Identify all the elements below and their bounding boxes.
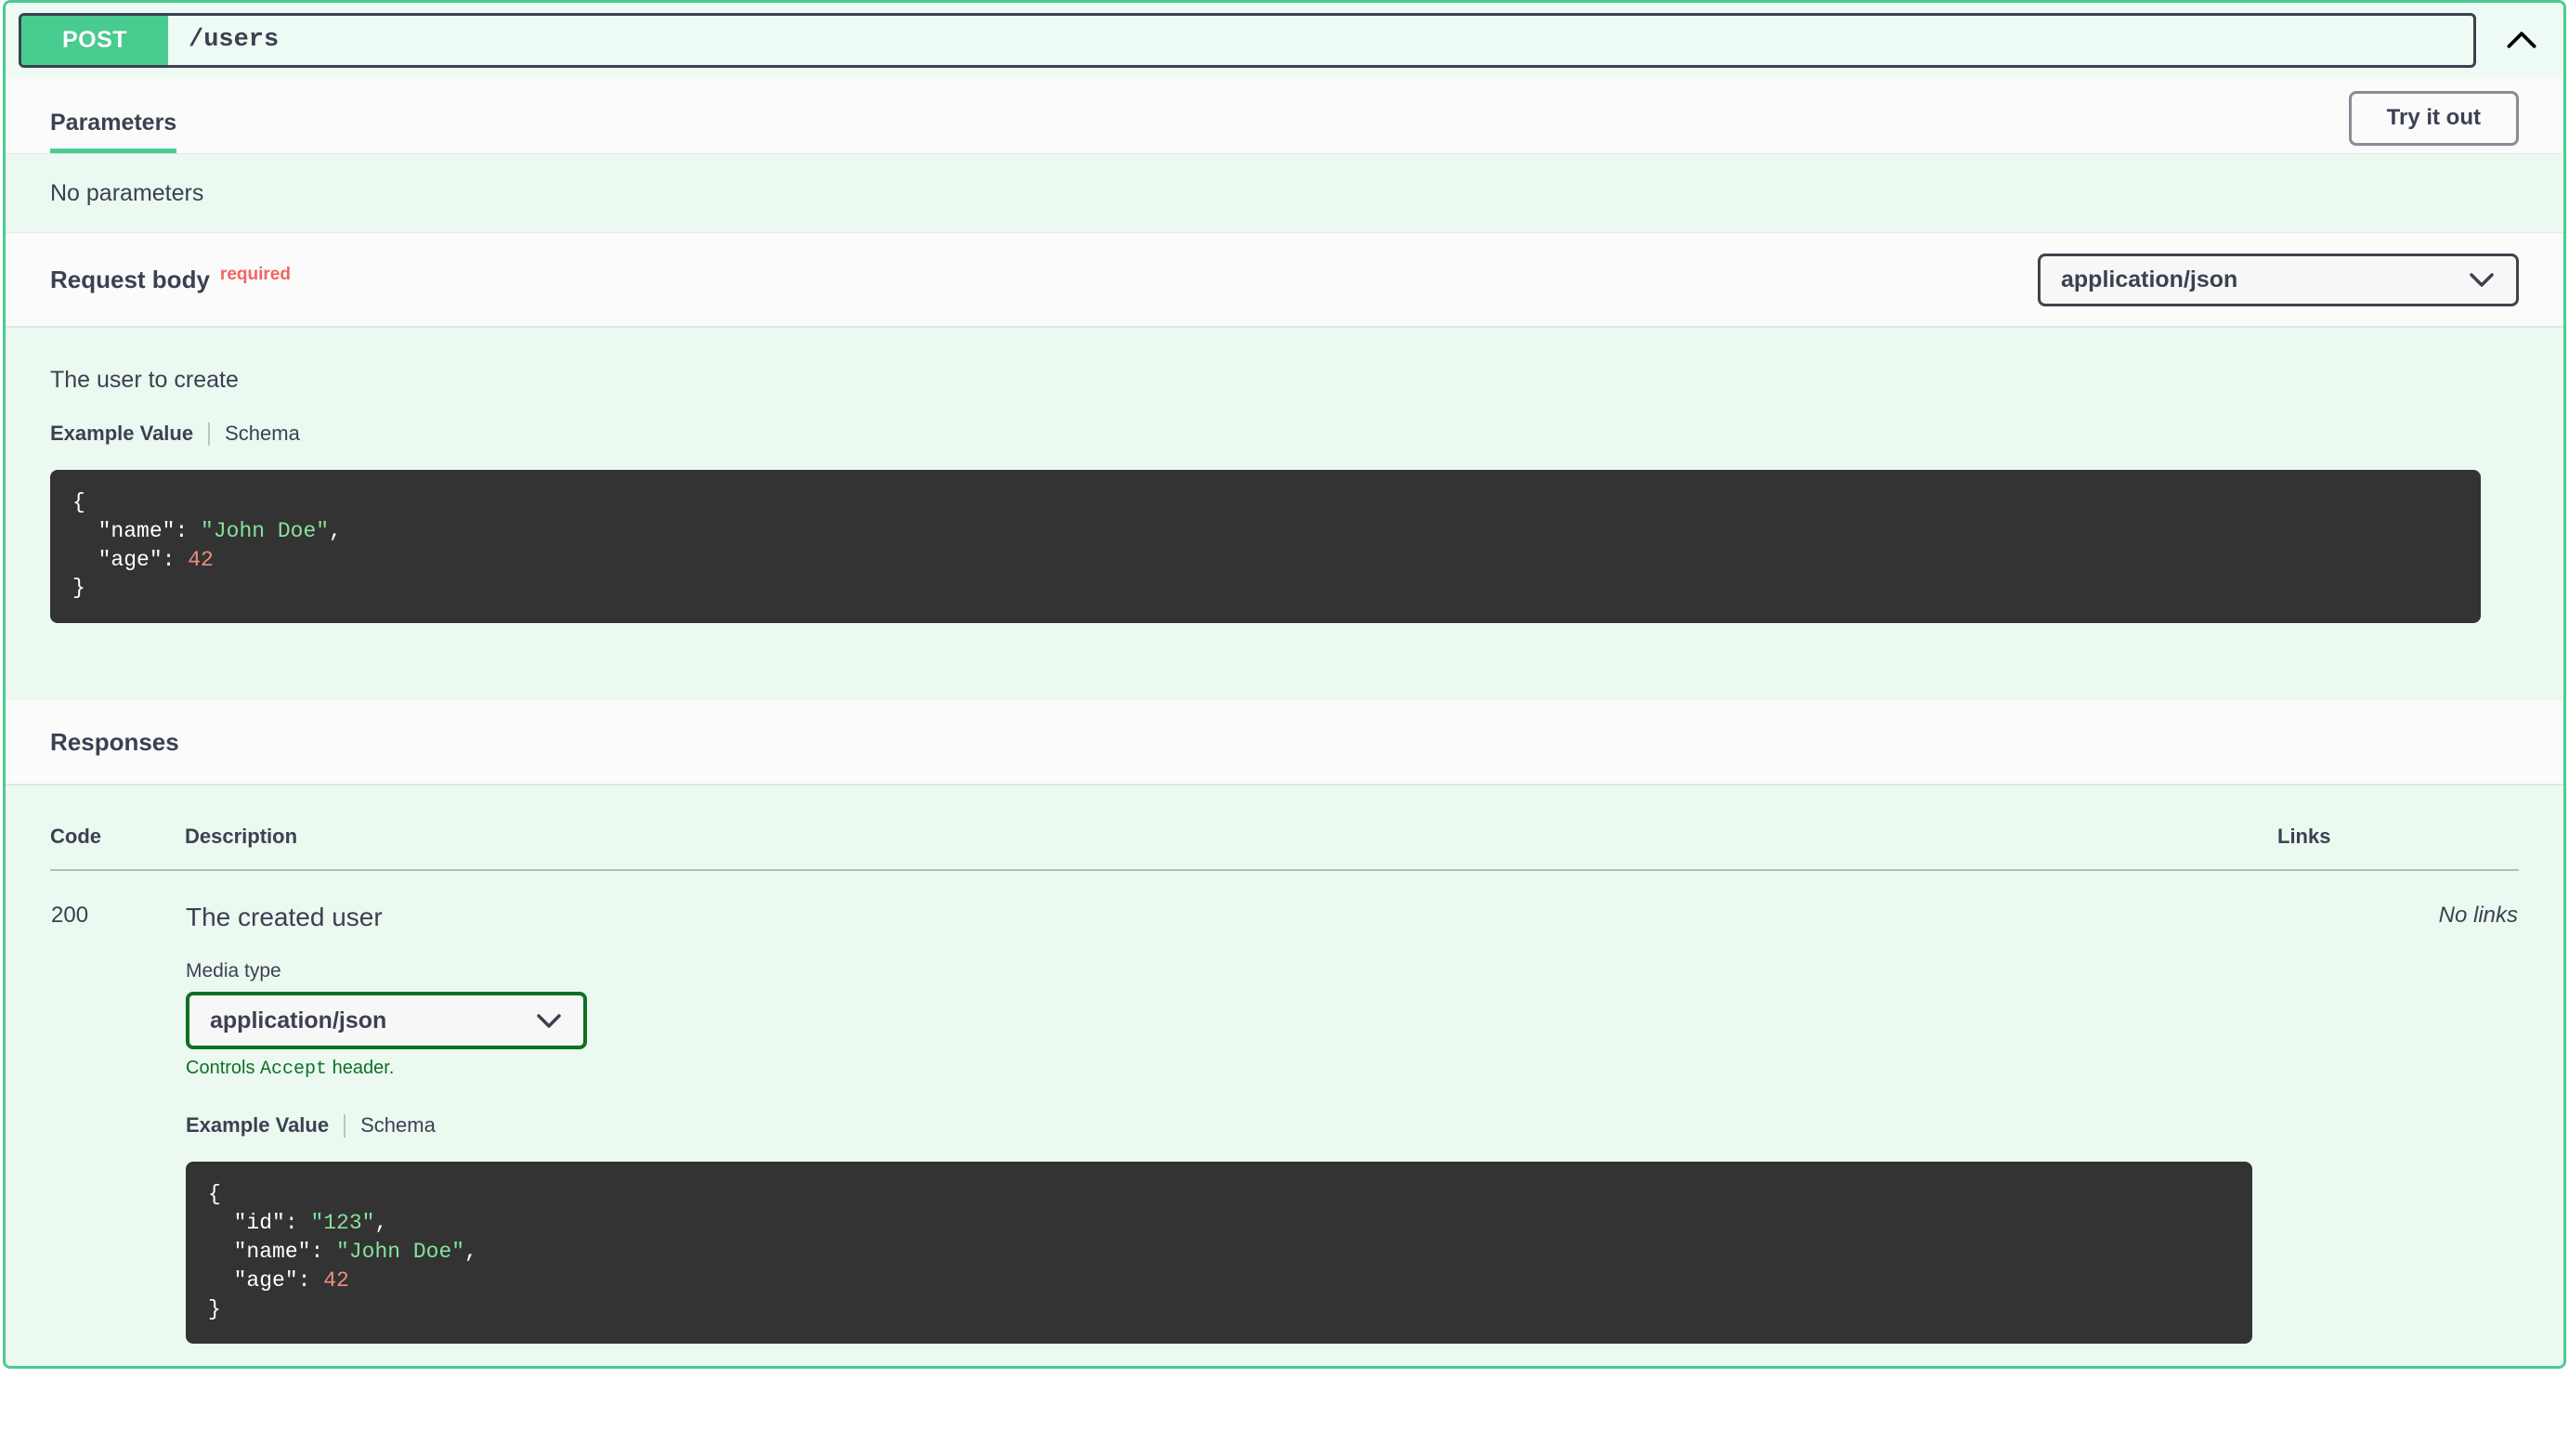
operation-block-post-users: POST /users Parameters Try it out No par… (3, 0, 2566, 1370)
accept-hint-mono: Accept (260, 1059, 328, 1081)
request-body-example-code: { "name": "John Doe", "age": 42 } (50, 470, 2481, 624)
json-key: "name" (233, 1239, 311, 1264)
response-description: The created user (186, 903, 383, 932)
chevron-down-icon (535, 1011, 563, 1030)
json-open-brace: { (72, 490, 85, 514)
json-separator: : (175, 518, 202, 543)
try-it-out-button[interactable]: Try it out (2348, 91, 2519, 146)
request-body-media-type-select[interactable]: application/json (2038, 253, 2519, 306)
request-body-title: Request body (50, 265, 210, 293)
response-details-cell: The created user Media type application/… (185, 870, 2277, 1366)
accept-hint-prefix: Controls (186, 1058, 261, 1079)
http-method-badge: POST (21, 15, 168, 65)
operation-summary-bar[interactable]: POST /users (6, 3, 2563, 77)
json-value: "John Doe" (201, 518, 330, 543)
tab-schema[interactable]: Schema (210, 422, 300, 446)
no-parameters-text: No parameters (6, 154, 2563, 233)
response-media-type-value: application/json (210, 1007, 387, 1034)
column-header-description: Description (185, 786, 2277, 872)
json-value: 42 (188, 547, 214, 572)
json-value: "John Doe" (336, 1239, 465, 1264)
column-header-links: Links (2277, 786, 2519, 872)
json-close-brace: } (72, 576, 85, 601)
request-body-title-wrap: Request body required (50, 264, 291, 294)
json-trailing-comma: , (329, 518, 342, 543)
json-key: "age" (98, 547, 163, 572)
responses-table-wrapper: Code Description Links 200 The created u… (6, 786, 2563, 1367)
chevron-up-icon (2507, 32, 2536, 48)
json-value: "123" (310, 1211, 375, 1236)
json-open-brace: { (208, 1182, 221, 1207)
response-status-code: 200 (51, 903, 89, 929)
json-key: "id" (233, 1211, 285, 1236)
table-row: 200 The created user Media type applicat… (50, 870, 2519, 1366)
responses-header: Responses (6, 700, 2563, 786)
response-media-type-select[interactable]: application/json (186, 992, 587, 1050)
json-trailing-comma: , (464, 1239, 477, 1264)
response-media-type-label: Media type (186, 960, 281, 982)
json-value: 42 (323, 1268, 349, 1293)
json-separator: : (284, 1211, 311, 1236)
operation-summary-control[interactable]: POST /users (19, 12, 2476, 68)
parameters-header: Parameters Try it out (6, 77, 2563, 154)
tab-schema[interactable]: Schema (346, 1113, 436, 1138)
responses-table-header-row: Code Description Links (50, 786, 2519, 872)
responses-table: Code Description Links 200 The created u… (50, 786, 2519, 1366)
response-example-code: { "id": "123", "name": "John Doe", "age"… (186, 1162, 2252, 1345)
accept-header-hint: Controls Accept header. (186, 1058, 2276, 1080)
json-key: "age" (233, 1268, 298, 1293)
chevron-down-icon (2468, 270, 2496, 289)
json-trailing-comma: , (374, 1211, 388, 1236)
request-body-content: The user to create Example Value Schema … (6, 328, 2563, 701)
parameters-heading: Parameters (50, 111, 177, 153)
request-body-header: Request body required application/json (6, 233, 2563, 328)
request-body-description: The user to create (50, 367, 239, 393)
request-body-example-tabs: Example Value Schema (50, 422, 2519, 446)
json-separator: : (297, 1268, 324, 1293)
responses-title: Responses (50, 727, 179, 756)
column-header-code: Code (50, 786, 185, 872)
response-example-tabs: Example Value Schema (186, 1113, 2276, 1138)
json-close-brace: } (208, 1296, 221, 1321)
json-key: "name" (98, 518, 176, 543)
json-separator: : (162, 547, 189, 572)
request-body-media-type-value: application/json (2061, 266, 2238, 292)
tab-example-value[interactable]: Example Value (186, 1113, 344, 1138)
collapse-operation-button[interactable] (2500, 19, 2543, 61)
request-body-required-badge: required (219, 264, 291, 284)
operation-path: /users (189, 26, 280, 54)
tab-example-value[interactable]: Example Value (50, 422, 208, 446)
accept-hint-suffix: header. (327, 1058, 395, 1079)
response-links: No links (2438, 903, 2518, 929)
json-separator: : (310, 1239, 337, 1264)
